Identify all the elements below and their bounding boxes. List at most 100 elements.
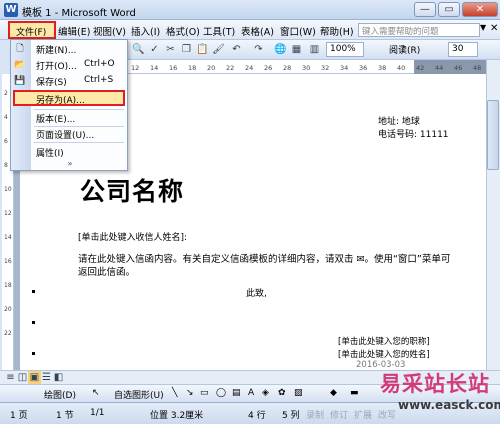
read-button[interactable]: 阅读(R) — [387, 42, 443, 57]
arrow-icon[interactable]: ↘ — [186, 388, 194, 398]
ruler-number: 42 — [416, 64, 425, 72]
ruler-number: 14 — [150, 64, 159, 72]
ruler-number: 36 — [359, 64, 368, 72]
expand-menu-icon[interactable]: » — [64, 159, 76, 169]
diagram-icon[interactable]: ◈ — [262, 388, 269, 398]
address-text[interactable]: 地址: 地球 — [378, 114, 420, 127]
vertical-ruler-number: 2 — [4, 90, 8, 97]
oval-icon[interactable]: ◯ — [216, 388, 226, 398]
status-line: 4 行 — [248, 411, 266, 421]
vertical-ruler-number: 12 — [4, 210, 12, 217]
status-extend[interactable]: 扩展 — [354, 408, 372, 421]
ruler-number: 16 — [169, 64, 178, 72]
rectangle-icon[interactable]: ▭ — [200, 388, 209, 398]
ruler-number: 48 — [473, 64, 482, 72]
columns-icon[interactable]: ▥ — [308, 43, 321, 56]
menu-item-versions[interactable]: 版本(E)... — [36, 112, 75, 125]
menu-item-new[interactable]: 新建(N)... — [36, 43, 76, 56]
redo-icon[interactable]: ↷ — [252, 43, 265, 56]
menu-help[interactable]: 帮助(H) — [320, 24, 354, 38]
menu-window[interactable]: 窗口(W) — [280, 24, 316, 38]
zoom-select[interactable]: 100% — [326, 42, 364, 57]
undo-icon[interactable]: ↶ — [230, 43, 243, 56]
format-painter-icon[interactable]: 🖌 — [212, 43, 225, 56]
menu-edit[interactable]: 编辑(E) — [58, 24, 90, 38]
ruler-number: 38 — [378, 64, 387, 72]
word-icon[interactable]: W — [4, 3, 18, 17]
vertical-ruler-number: 6 — [4, 138, 8, 145]
cut-icon[interactable]: ✂ — [164, 43, 177, 56]
draw-menu-button[interactable]: 绘图(D) — [44, 388, 76, 401]
close-document-icon[interactable]: ✕ — [490, 23, 498, 34]
menu-item-open[interactable]: 打开(O)... — [36, 59, 77, 72]
status-position: 位置 3.2厘米 — [150, 411, 204, 421]
shortcut-open: Ctrl+O — [84, 59, 115, 69]
textbox-icon[interactable]: ▤ — [232, 388, 241, 398]
signature-title-field[interactable]: [单击此处键入您的职称] — [338, 335, 430, 347]
standard-toolbar: 🔍 ✓ ✂ ❐ 📋 🖌 ↶ ↷ 🌐 ▦ ▥ ? — [126, 40, 500, 60]
letter-body[interactable]: 请在此处键入信函内容。有关自定义信函模板的详细内容，请双击 ✉。使用“窗口”菜单… — [78, 253, 458, 279]
signature-name-field[interactable]: [单击此处键入您的姓名] — [338, 348, 430, 360]
menu-separator — [34, 126, 124, 127]
vertical-ruler-number: 4 — [4, 114, 8, 121]
ruler-number: 20 — [207, 64, 216, 72]
vertical-ruler-number: 8 — [4, 162, 8, 169]
copy-icon[interactable]: ❐ — [180, 43, 193, 56]
line-icon[interactable]: ╲ — [172, 388, 177, 398]
spelling-icon[interactable]: ✓ — [148, 43, 161, 56]
ruler-number: 28 — [283, 64, 292, 72]
menu-item-properties[interactable]: 属性(I) — [36, 146, 64, 159]
clipart-icon[interactable]: ✿ — [278, 388, 286, 398]
fill-color-icon[interactable]: ◆ — [330, 388, 337, 398]
reading-view-icon[interactable]: ◧ — [52, 371, 65, 384]
vertical-ruler-number: 16 — [4, 258, 12, 265]
menu-separator — [34, 142, 124, 143]
menu-format[interactable]: 格式(O) — [166, 24, 200, 38]
line-color-icon[interactable]: ▬ — [350, 388, 359, 398]
menu-tools[interactable]: 工具(T) — [203, 24, 235, 38]
status-record[interactable]: 录制 — [306, 408, 324, 421]
pointer-icon[interactable]: ↖ — [92, 388, 100, 398]
ruler-number: 34 — [340, 64, 349, 72]
hyperlink-icon[interactable]: 🌐 — [274, 43, 287, 56]
print-preview-icon[interactable]: 🔍 — [132, 43, 145, 56]
help-dropdown-icon[interactable]: ▼ — [480, 23, 488, 37]
phone-text[interactable]: 电话号码: 11111 — [378, 127, 449, 140]
window-title: 模板 1 - Microsoft Word — [22, 8, 136, 19]
ruler-number: 44 — [435, 64, 444, 72]
wordart-icon[interactable]: A — [248, 388, 254, 398]
recipient-field[interactable]: [单击此处键入收信人姓名]: — [78, 230, 187, 243]
font-size-select[interactable]: 30 — [448, 42, 478, 57]
vertical-ruler-number: 22 — [4, 330, 12, 337]
status-page-of: 1/1 — [90, 408, 105, 418]
open-folder-icon: 📂 — [14, 60, 26, 70]
menu-insert[interactable]: 插入(I) — [131, 24, 160, 38]
help-search-input[interactable]: 键入需要帮助的问题 — [358, 23, 480, 37]
bullet-mark — [32, 290, 35, 293]
autoshapes-button[interactable]: 自选图形(U) — [114, 388, 164, 401]
shortcut-save: Ctrl+S — [84, 75, 114, 85]
close-button[interactable]: ✕ — [462, 2, 498, 17]
closing-text[interactable]: 此致, — [246, 286, 267, 299]
paste-icon[interactable]: 📋 — [196, 43, 209, 56]
menu-separator — [34, 109, 124, 110]
menu-item-save-as[interactable]: 另存为(A)... — [36, 93, 85, 106]
status-section: 1 节 — [56, 411, 74, 421]
ruler-number: 32 — [321, 64, 330, 72]
company-name[interactable]: 公司名称 — [80, 172, 184, 208]
maximize-button[interactable]: ▭ — [438, 2, 460, 17]
table-icon[interactable]: ▦ — [290, 43, 303, 56]
menu-file[interactable]: 文件(F) — [8, 21, 56, 39]
picture-icon[interactable]: ▨ — [294, 388, 303, 398]
minimize-button[interactable]: — — [414, 2, 436, 17]
scrollbar-thumb[interactable] — [487, 100, 499, 170]
status-track[interactable]: 修订 — [330, 408, 348, 421]
ruler-number: 30 — [302, 64, 311, 72]
menu-view[interactable]: 视图(V) — [93, 24, 126, 38]
menu-item-save[interactable]: 保存(S) — [36, 75, 67, 88]
ruler-number: 22 — [226, 64, 235, 72]
menu-table[interactable]: 表格(A) — [241, 24, 274, 38]
menu-item-page-setup[interactable]: 页面设置(U)... — [36, 128, 94, 141]
new-document-icon: 🗋 — [16, 44, 24, 54]
status-overtype[interactable]: 改写 — [378, 408, 396, 421]
